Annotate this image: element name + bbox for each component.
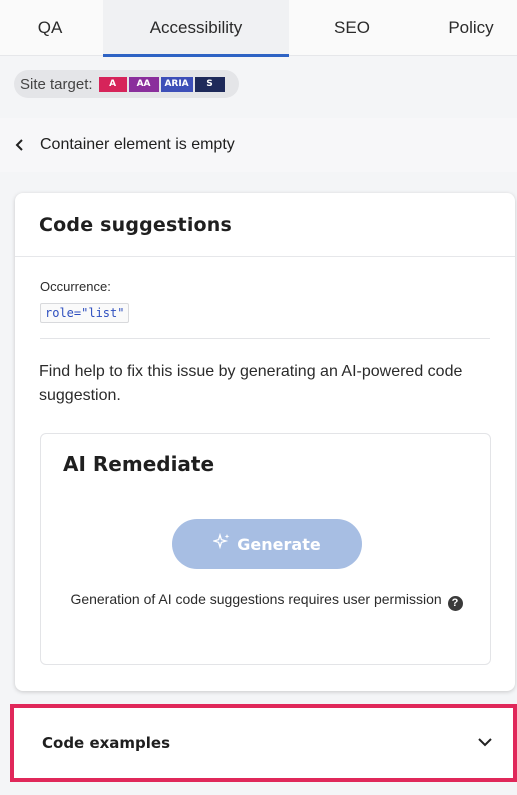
tab-policy[interactable]: Policy [425, 0, 517, 56]
tab-accessibility[interactable]: Accessibility [103, 0, 289, 57]
badge-s: S [194, 76, 225, 92]
tab-qa[interactable]: QA [10, 0, 90, 56]
help-text: Find help to fix this issue by generatin… [39, 363, 463, 404]
issue-title: Container element is empty [40, 136, 235, 153]
generate-button[interactable]: Generate [172, 519, 362, 569]
chevron-down-icon [477, 734, 493, 752]
sparkle-icon [212, 532, 231, 555]
code-examples-accordion[interactable]: Code examples [10, 704, 517, 782]
badge-aa: AA [128, 76, 159, 92]
generate-label: Generate [237, 534, 321, 554]
tab-seo[interactable]: SEO [302, 0, 402, 56]
chevron-left-icon[interactable] [0, 118, 40, 172]
badge-aria: ARIA [160, 76, 193, 92]
tab-bar: QA Accessibility SEO Policy [0, 0, 517, 57]
divider [40, 338, 490, 339]
occurrence-code: role="list" [40, 303, 130, 323]
code-suggestions-card: Code suggestions Occurrence: role="list"… [15, 193, 515, 691]
site-target-label: Site target: [20, 75, 93, 93]
code-suggestions-heading: Code suggestions [15, 193, 515, 257]
site-target-pill[interactable]: Site target: A AA ARIA S [14, 70, 239, 98]
ai-remediate-box: AI Remediate Generate Generation of AI c… [40, 433, 491, 665]
permission-text: Generation of AI code suggestions requir… [70, 591, 442, 607]
code-examples-label: Code examples [42, 734, 171, 752]
permission-notice: Generation of AI code suggestions requir… [61, 588, 472, 611]
accessibility-panel: QA Accessibility SEO Policy Site target:… [0, 0, 517, 795]
occurrence-label: Occurrence: [40, 279, 111, 294]
issue-header: Container element is empty [0, 118, 517, 172]
ai-remediate-title: AI Remediate [63, 452, 215, 476]
badge-a: A [98, 76, 127, 92]
question-circle-icon[interactable]: ? [447, 595, 463, 611]
